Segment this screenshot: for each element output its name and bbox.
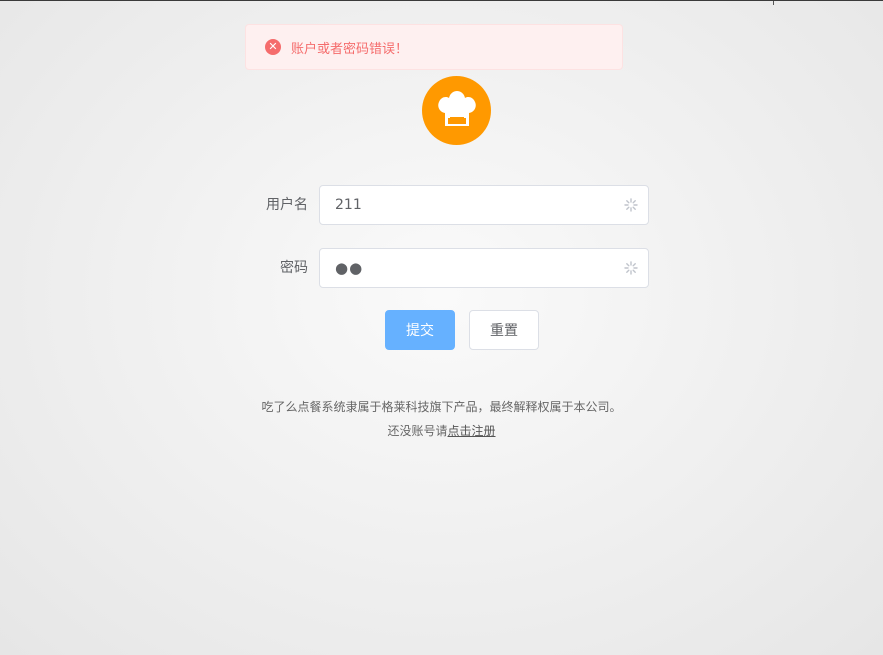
password-input[interactable]: ●●	[319, 248, 649, 288]
password-masked-value: ●●	[335, 259, 364, 277]
username-row: 用户名 211	[240, 185, 649, 225]
register-link[interactable]: 点击注册	[448, 424, 496, 438]
username-input[interactable]: 211	[319, 185, 649, 225]
password-row: 密码 ●●	[240, 248, 649, 288]
app-logo	[422, 76, 491, 145]
loading-spinner-icon	[624, 198, 638, 212]
copyright-text: 吃了么点餐系统隶属于格莱科技旗下产品，最终解释权属于本公司。	[261, 400, 622, 414]
register-prompt: 还没账号请点击注册	[0, 422, 883, 439]
close-circle-icon: ✕	[265, 39, 281, 55]
submit-button[interactable]: 提交	[385, 310, 455, 350]
register-prompt-text: 还没账号请	[387, 424, 448, 438]
error-alert: ✕ 账户或者密码错误！	[245, 24, 623, 70]
username-value: 211	[335, 197, 362, 213]
username-label: 用户名	[266, 197, 308, 213]
reset-button[interactable]: 重置	[469, 310, 539, 350]
loading-spinner-icon	[624, 261, 638, 275]
password-label: 密码	[280, 260, 308, 276]
window-edge-tick	[773, 1, 774, 5]
alert-message: 账户或者密码错误！	[291, 41, 409, 57]
chef-hat-icon	[437, 90, 476, 126]
